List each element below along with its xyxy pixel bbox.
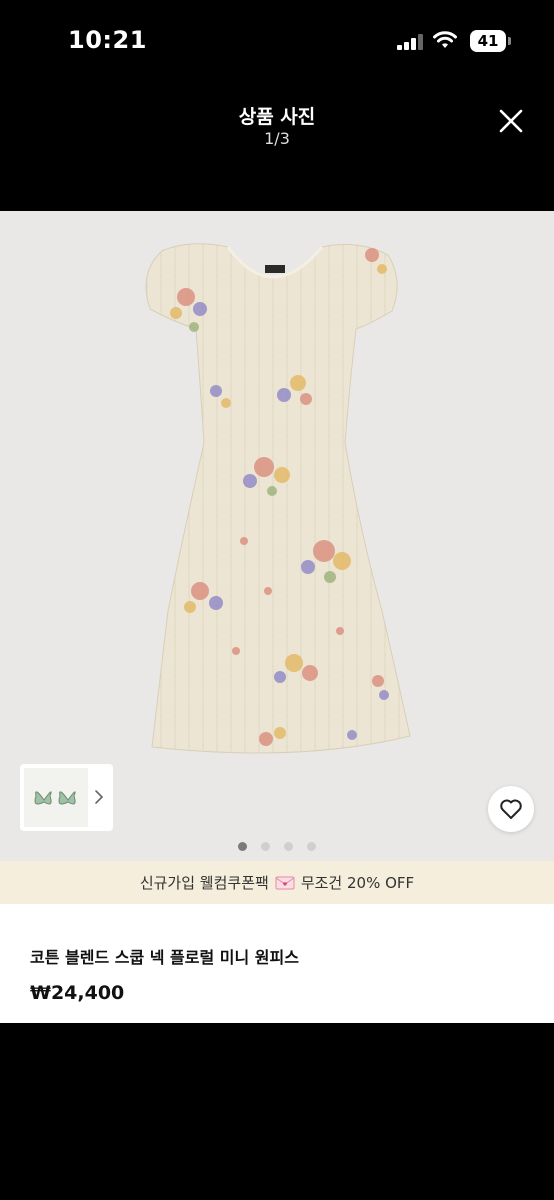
promo-prefix: 신규가입 웰컴쿠폰팩 — [139, 874, 269, 892]
butterfly-earrings-thumbnail[interactable] — [24, 768, 88, 827]
chevron-right-icon[interactable] — [92, 782, 106, 812]
battery-tip — [508, 37, 511, 45]
close-icon[interactable] — [494, 104, 528, 138]
page-dot-2[interactable] — [261, 842, 270, 851]
viewer-header: 상품 사진 1/3 — [0, 90, 554, 200]
page-dot-4[interactable] — [307, 842, 316, 851]
favorite-button[interactable] — [488, 786, 534, 832]
cellular-signal-icon — [397, 34, 423, 50]
promo-suffix: 무조건 20% OFF — [300, 874, 415, 892]
image-counter: 1/3 — [264, 129, 290, 148]
battery-level: 41 — [477, 32, 499, 50]
wifi-icon — [433, 31, 457, 48]
page-title: 상품 사진 — [238, 106, 316, 128]
battery-icon: 41 — [470, 30, 506, 52]
status-time: 10:21 — [68, 26, 147, 54]
product-image[interactable] — [0, 211, 554, 861]
page-dot-1[interactable] — [238, 842, 247, 851]
status-bar: 10:21 41 — [0, 0, 554, 80]
product-name: 코튼 블렌드 스쿱 넥 플로럴 미니 원피스 — [30, 948, 299, 967]
page-dot-3[interactable] — [284, 842, 293, 851]
product-price: ₩24,400 — [30, 982, 125, 1004]
promo-banner[interactable]: 신규가입 웰컴쿠폰팩 무조건 20% OFF — [0, 861, 554, 904]
product-card: 신규가입 웰컴쿠폰팩 무조건 20% OFF 코튼 블렌드 스쿱 넥 플로럴 미… — [0, 211, 554, 1023]
heart-icon — [500, 799, 522, 819]
thumbnail-strip[interactable] — [20, 764, 113, 831]
page-indicator — [0, 842, 554, 852]
love-letter-icon — [275, 876, 295, 889]
